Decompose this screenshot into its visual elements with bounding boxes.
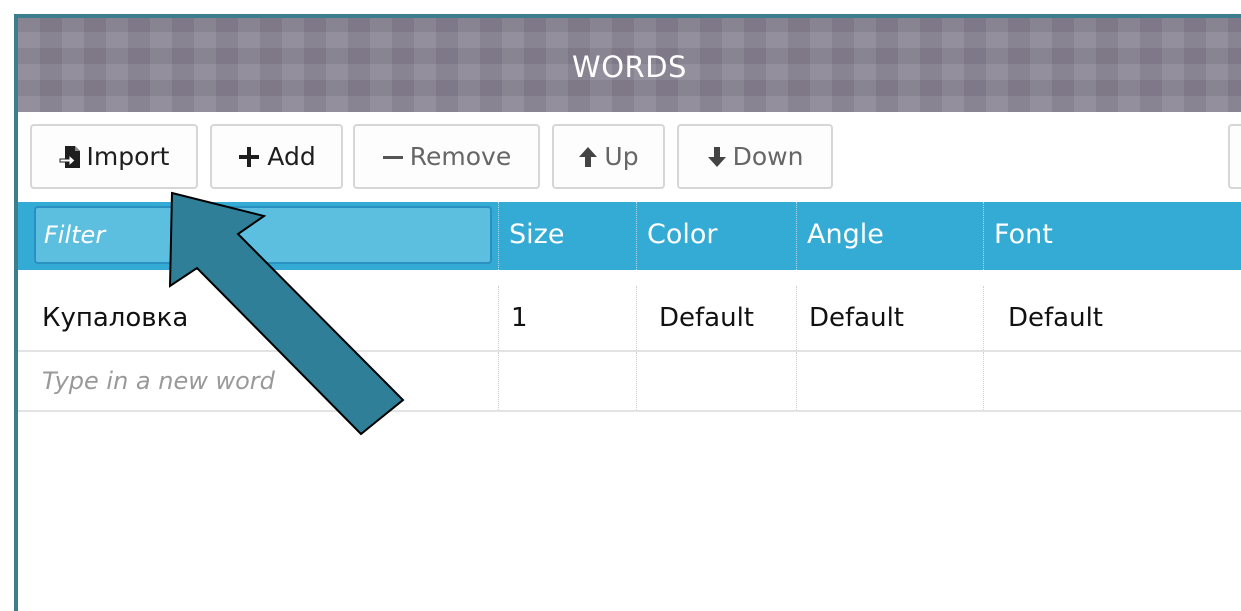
angle-cell[interactable]: Default — [796, 286, 983, 350]
column-header-font[interactable]: Font — [983, 202, 1241, 270]
words-panel: WORDS Import Add Remove Up Down Filter S… — [14, 14, 1241, 611]
up-label: Up — [604, 142, 639, 171]
import-icon — [59, 145, 81, 169]
color-cell[interactable]: Default — [636, 286, 796, 350]
panel-title: WORDS — [572, 50, 687, 84]
overflow-button[interactable] — [1228, 124, 1241, 189]
word-cell[interactable]: Купаловка — [34, 286, 498, 350]
column-header-size[interactable]: Size — [498, 202, 636, 270]
arrow-down-icon — [707, 146, 727, 168]
up-button[interactable]: Up — [552, 124, 665, 189]
grid-header: Size Color Angle Font — [18, 202, 1241, 270]
remove-label: Remove — [409, 142, 512, 171]
empty-cell — [498, 352, 636, 410]
down-button[interactable]: Down — [677, 124, 833, 189]
font-cell[interactable]: Default — [983, 286, 1241, 350]
minus-icon — [382, 146, 404, 168]
import-label: Import — [86, 142, 170, 171]
new-word-row — [18, 352, 1241, 412]
size-cell[interactable]: 1 — [498, 286, 636, 350]
empty-cell — [636, 352, 796, 410]
title-bar: WORDS — [18, 18, 1241, 112]
import-button[interactable]: Import — [30, 124, 198, 189]
empty-cell — [796, 352, 983, 410]
add-button[interactable]: Add — [210, 124, 343, 189]
table-row[interactable]: Купаловка 1 Default Default Default — [18, 286, 1241, 352]
column-header-color[interactable]: Color — [636, 202, 796, 270]
add-label: Add — [267, 142, 316, 171]
down-label: Down — [732, 142, 804, 171]
toolbar: Import Add Remove Up Down — [18, 114, 1241, 206]
new-word-input[interactable] — [34, 352, 508, 410]
empty-cell — [983, 352, 1241, 410]
arrow-up-icon — [578, 146, 598, 168]
filter-input[interactable] — [34, 206, 492, 264]
plus-icon — [237, 145, 261, 169]
column-header-angle[interactable]: Angle — [796, 202, 983, 270]
remove-button[interactable]: Remove — [353, 124, 540, 189]
